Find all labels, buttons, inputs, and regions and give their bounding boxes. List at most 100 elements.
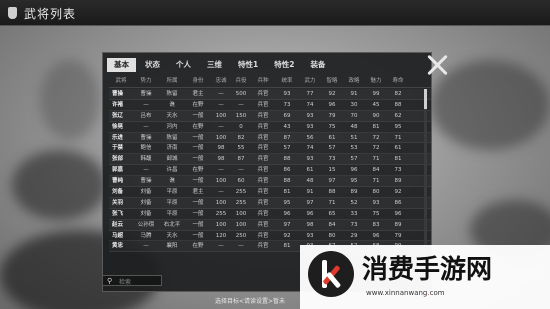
table-cell: 77: [306, 91, 314, 97]
table-row[interactable]: 曹纯 曹操 谯 一般 100 60 兵官 88 48 97 95 71 89: [109, 176, 431, 188]
table-row[interactable]: 郭嘉 — 许昌 在野 — — 兵官 86 61 15 96 84 73: [109, 165, 431, 177]
table-cell: 一般: [192, 112, 204, 119]
tab-5[interactable]: 特性2: [267, 58, 301, 72]
column-header[interactable]: 忠诚: [211, 75, 231, 87]
table-cell: 75: [372, 210, 380, 217]
table-cell: 公孙瓒: [137, 221, 155, 228]
table-row[interactable]: 赵云 公孙瓒 右北平 一般 100 100 兵官 97 98 84 73 83 89: [109, 220, 431, 231]
table-cell: 陈留: [166, 134, 178, 141]
table-cell: 96: [306, 210, 314, 217]
watermark-logo-icon: [308, 251, 354, 297]
column-header[interactable]: 统率: [275, 75, 299, 87]
watermark-text: 消费手游网: [362, 255, 493, 285]
officer-name: 乐进: [112, 134, 124, 141]
table-cell: 255: [215, 210, 227, 217]
table-cell: 57: [283, 145, 291, 152]
tab-0[interactable]: 基本: [107, 58, 136, 72]
column-header[interactable]: 所属: [159, 75, 185, 87]
table-cell: 谯: [169, 178, 175, 185]
table-cell: 72: [372, 145, 380, 152]
table-row[interactable]: 张郃 韩馥 邺城 一般 98 87 兵官 88 93 73 57 71 81: [109, 154, 431, 166]
table-cell: 100: [215, 178, 227, 185]
table-row[interactable]: 乐进 曹操 陈留 一般 100 82 兵官 87 56 61 51 72 71: [109, 133, 431, 144]
table-row[interactable]: 马超 马腾 天水 一般 120 250 兵官 92 93 80 29 96 79: [109, 231, 431, 242]
column-header[interactable]: 武力: [299, 75, 321, 87]
table-cell: 60: [237, 178, 245, 185]
table-cell: 兵官: [257, 210, 269, 217]
table-cell: 51: [350, 134, 358, 141]
officer-name: 刘备: [112, 189, 124, 196]
table-cell: 93: [306, 156, 314, 163]
scroll-thumb[interactable]: [424, 89, 427, 109]
table-cell: —: [238, 243, 244, 250]
table-cell: 93: [283, 91, 291, 97]
tab-1[interactable]: 状态: [138, 58, 167, 72]
column-header[interactable]: 势力: [133, 75, 159, 87]
table-cell: 韩馥: [140, 156, 152, 163]
column-header[interactable]: 寿命: [387, 75, 409, 87]
ink-blot: [40, 60, 100, 140]
table-cell: 兵官: [257, 134, 269, 141]
table-cell: —: [218, 91, 224, 97]
column-header[interactable]: 政略: [343, 75, 365, 87]
search-input[interactable]: ⚲ 检索: [102, 275, 162, 286]
table-cell: 92: [328, 91, 336, 97]
officer-name: 张郃: [112, 156, 124, 163]
table-cell: 平原: [166, 189, 178, 196]
table-cell: 48: [306, 178, 314, 185]
table-cell: 88: [328, 189, 336, 196]
search-icon: ⚲: [107, 277, 113, 285]
table-cell: 82: [237, 134, 245, 141]
table-cell: 81: [283, 189, 291, 196]
table-cell: 79: [328, 112, 336, 119]
table-row[interactable]: 张飞 刘备 平原 一般 255 100 兵官 96 96 65 33 75 96: [109, 209, 431, 220]
table-cell: 一般: [192, 156, 204, 163]
table-cell: 71: [372, 156, 380, 163]
table-cell: 一般: [192, 221, 204, 228]
table-cell: 15: [328, 167, 336, 174]
tab-6[interactable]: 装备: [303, 58, 332, 72]
officer-name: 曹纯: [112, 178, 124, 185]
column-header[interactable]: 魅力: [365, 75, 387, 87]
table-cell: 河内: [166, 123, 178, 130]
table-cell: 在野: [192, 243, 204, 250]
close-icon[interactable]: [426, 54, 448, 76]
table-cell: 右北平: [163, 221, 181, 228]
watermark: 消费手游网 www.xinnanwang.com: [300, 245, 550, 309]
table-row[interactable]: 于禁 鲍信 济南 一般 98 55 兵官 57 74 57 53 72 61: [109, 143, 431, 155]
table-cell: 96: [394, 210, 402, 217]
table-cell: 曹操: [140, 178, 152, 185]
table-row[interactable]: 关羽 刘备 平原 一般 100 255 兵官 95 97 71 52 93 86: [109, 198, 431, 209]
column-header[interactable]: 兵种: [251, 75, 275, 87]
table-row[interactable]: 徐晃 — 河内 在野 — 0 兵官 43 93 75 48 81 95: [109, 122, 431, 133]
tab-3[interactable]: 三维: [200, 58, 229, 72]
table-cell: 57: [328, 145, 336, 152]
table-row[interactable]: 张辽 吕布 天水 一般 100 150 兵官 69 93 79 70 90 62: [109, 111, 431, 122]
table-cell: 马腾: [140, 232, 152, 239]
tab-2[interactable]: 个人: [169, 58, 198, 72]
officer-name: 马超: [112, 232, 124, 239]
column-header[interactable]: 身份: [185, 75, 211, 87]
column-header[interactable]: 武将: [109, 75, 133, 87]
table-cell: 邺城: [166, 156, 178, 163]
table-cell: 91: [306, 189, 314, 196]
table-cell: 一般: [192, 134, 204, 141]
table-body: 曹操 曹操 陈留 君主 —500 兵官 93 77 92 91 99 82 许褚 — 谯在野 — — 兵官 73 74…: [109, 89, 431, 253]
tab-4[interactable]: 特性1: [231, 58, 265, 72]
table-cell: 兵官: [257, 189, 269, 196]
table-cell: 98: [217, 156, 225, 163]
table-cell: 43: [283, 123, 291, 130]
column-header[interactable]: 兵役: [231, 75, 251, 87]
table-cell: 一般: [192, 145, 204, 152]
table-cell: 250: [235, 232, 247, 239]
table-row[interactable]: 刘备 刘备 平原 君主 — 255 兵官 81 91 88 89 80 92: [109, 187, 431, 198]
table-row[interactable]: 曹操 曹操 陈留 君主 — 500 兵官 93 77 92 91 99 82: [109, 89, 431, 100]
table-cell: 89: [394, 178, 402, 185]
column-header[interactable]: 智略: [321, 75, 343, 87]
table-cell: 88: [283, 156, 291, 163]
table-row[interactable]: 许褚 — 谯 在野 — — 兵官 73 74 96 30 45 88: [109, 100, 431, 111]
table-cell: 29: [350, 232, 358, 239]
table-cell: 兵官: [257, 123, 269, 130]
table-cell: 84: [372, 167, 380, 174]
table-cell: 鲍信: [140, 145, 152, 152]
